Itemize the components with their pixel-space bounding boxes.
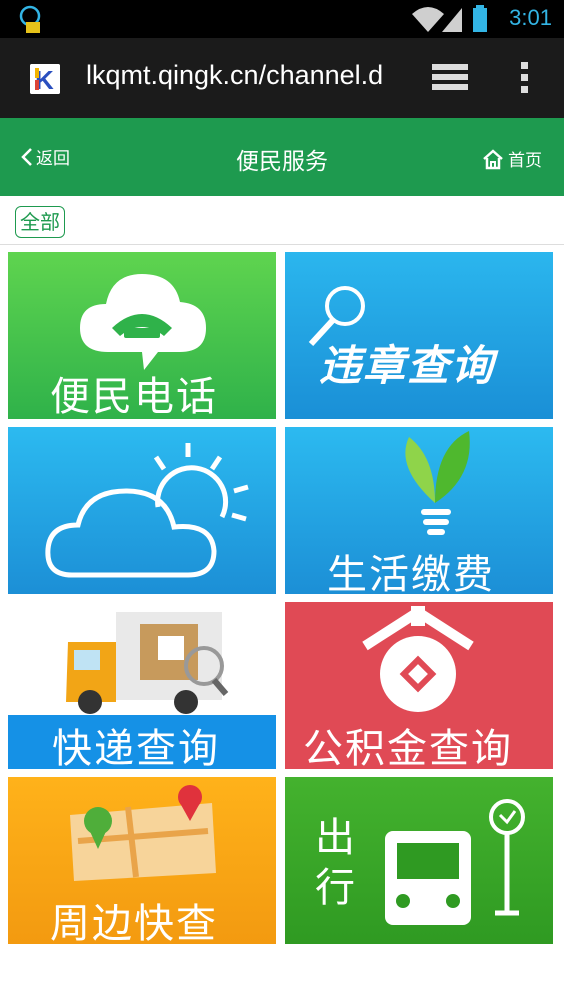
tile-label: 快递查询 (52, 726, 220, 769)
page-title: 便民服务 (236, 149, 328, 175)
tile-weather[interactable] (8, 427, 276, 594)
tabs-icon[interactable] (430, 62, 470, 94)
tile-label: 便民电话 (50, 374, 218, 419)
tile-housing-fund[interactable]: 公积金查询 (285, 602, 553, 769)
home-icon (483, 148, 503, 169)
status-time: 3:01 (509, 5, 552, 30)
tile-utility-payment[interactable]: 生活缴费 (285, 427, 553, 594)
category-chip-all[interactable]: 全部 (15, 206, 65, 238)
weather-cloud-icon (45, 443, 249, 578)
app-header: 返回 便民服务 首页 (0, 118, 564, 196)
home-label: 首页 (508, 151, 542, 171)
tile-label: 周边快查 (50, 901, 218, 944)
site-favicon-icon: K (30, 64, 60, 94)
notification-icon (19, 5, 41, 33)
browser-toolbar: K lkqmt.qingk.cn/channel.d (0, 38, 564, 118)
url-bar[interactable]: lkqmt.qingk.cn/channel.d (86, 60, 406, 91)
category-filter-bar: 全部 (0, 196, 564, 245)
tile-express-tracking[interactable]: 快递查询 (8, 602, 276, 769)
signal-icon (442, 8, 462, 32)
tile-convenience-phone[interactable]: 便民电话 (8, 252, 276, 419)
tile-traffic-violation[interactable]: 违章查询 (285, 252, 553, 419)
status-bar: 3:01 (0, 0, 564, 38)
tile-label: 违章查询 (319, 341, 496, 390)
service-grid: 便民电话 违章查询 生活缴费 快递查询 公积金查询 周边快查 出行 (0, 244, 564, 1004)
home-button[interactable]: 首页 (482, 146, 542, 171)
overflow-menu-icon[interactable] (518, 60, 532, 96)
battery-icon (473, 5, 487, 32)
tile-label: 公积金查询 (303, 726, 513, 769)
tile-label: 生活缴费 (327, 552, 495, 594)
bus-stop-icon (385, 799, 525, 925)
tile-nearby-search[interactable]: 周边快查 (8, 777, 276, 944)
tile-travel[interactable]: 出行 (285, 777, 553, 944)
